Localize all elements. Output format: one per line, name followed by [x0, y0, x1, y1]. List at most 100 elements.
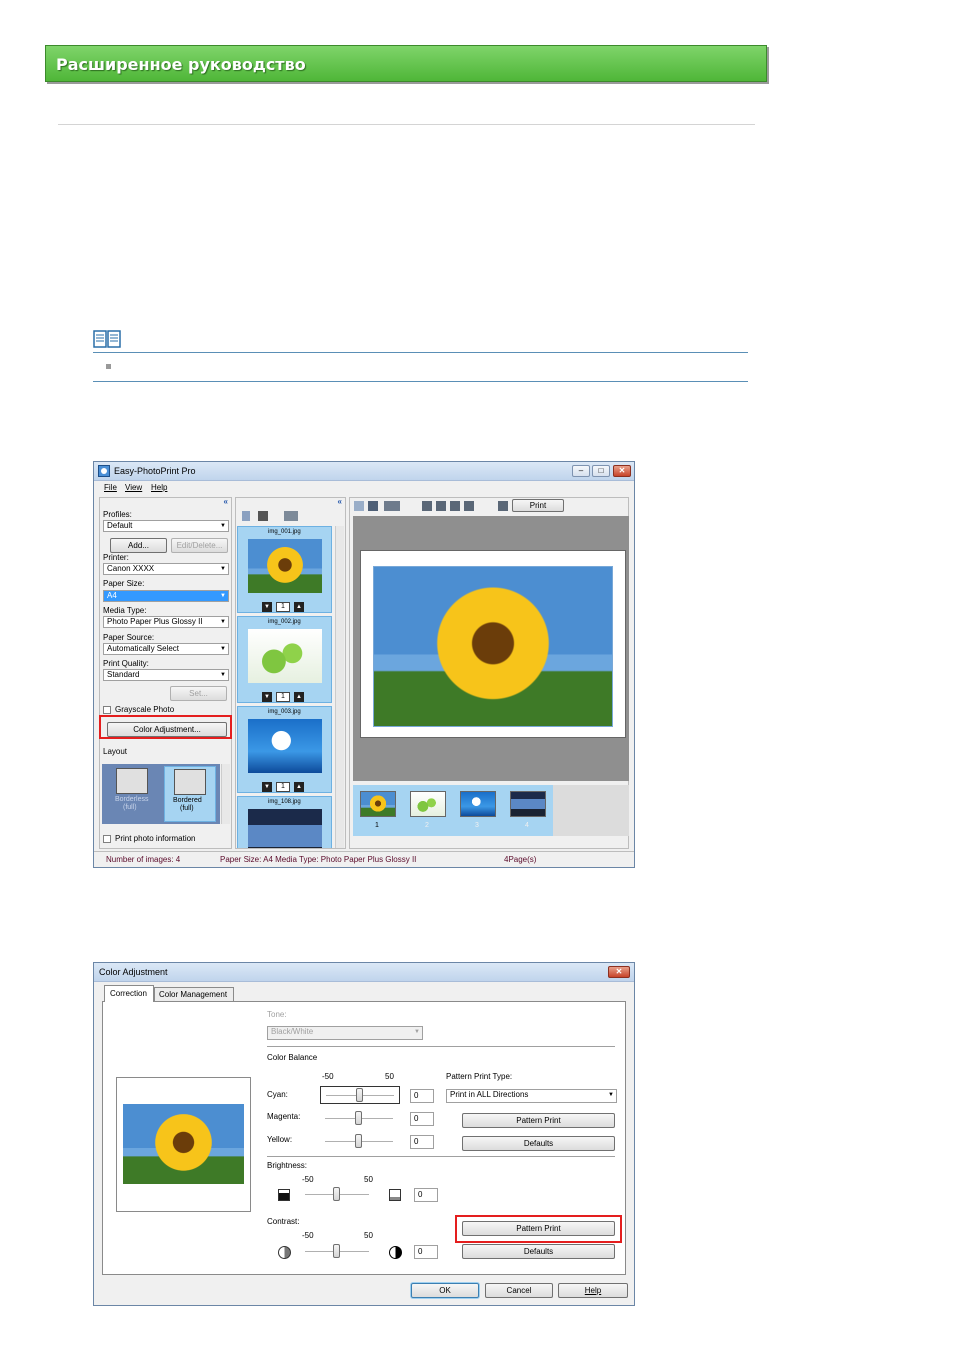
page-preview	[360, 550, 626, 738]
menu-file[interactable]: File	[104, 483, 117, 492]
paste-icon[interactable]	[436, 501, 446, 511]
printer-select[interactable]: Canon XXXX	[103, 563, 229, 575]
yellow-value[interactable]: 0	[410, 1135, 434, 1149]
paper-size-label: Paper Size:	[103, 579, 145, 588]
count-down-button[interactable]: ▼	[262, 692, 272, 702]
thumb-item-3[interactable]: img_003.jpg ▼ 1 ▲	[237, 706, 332, 793]
cyan-slider-thumb[interactable]	[356, 1088, 363, 1102]
contrast-defaults-button[interactable]: Defaults	[462, 1244, 615, 1259]
thumb-scrollbar[interactable]	[335, 526, 344, 848]
thumb-item-4[interactable]: img_108.jpg	[237, 796, 332, 848]
tab-color-management[interactable]: Color Management	[154, 987, 234, 1002]
paper-source-select[interactable]: Automatically Select	[103, 643, 229, 655]
yellow-slider-thumb[interactable]	[355, 1134, 362, 1148]
frame-icon[interactable]	[450, 501, 460, 511]
copy-icon[interactable]	[422, 501, 432, 511]
tone-select[interactable]: Black/White	[267, 1026, 423, 1040]
print-info-label: Print photo information	[115, 834, 196, 843]
brightness-value[interactable]: 0	[414, 1188, 438, 1202]
ok-button[interactable]: OK	[411, 1283, 479, 1298]
cyan-value[interactable]: 0	[410, 1089, 434, 1103]
count-up-button[interactable]: ▲	[294, 782, 304, 792]
print-quality-select[interactable]: Standard	[103, 669, 229, 681]
close-icon[interactable]: ✕	[608, 966, 630, 978]
media-type-select[interactable]: Photo Paper Plus Glossy II	[103, 616, 229, 628]
thumb-item-1[interactable]: img_001.jpg ▼ 1 ▲	[237, 526, 332, 613]
pattern-print-button[interactable]: Pattern Print	[462, 1113, 615, 1128]
profiles-select[interactable]: Default	[103, 520, 229, 532]
layout-item-borderless[interactable]: Borderless (full)	[106, 768, 158, 820]
strip-page-3[interactable]: 3	[453, 785, 503, 836]
add-profile-button[interactable]: Add...	[110, 538, 167, 553]
settings-icon[interactable]	[498, 501, 508, 511]
yellow-slider[interactable]	[320, 1133, 400, 1151]
set-button[interactable]: Set...	[170, 686, 227, 701]
help-button[interactable]: Help	[558, 1283, 628, 1298]
view-mode-icon[interactable]	[284, 511, 298, 521]
close-icon[interactable]: ✕	[613, 465, 631, 477]
thumb-image-2	[248, 629, 322, 683]
media-type-label: Media Type:	[103, 606, 147, 615]
cyan-slider[interactable]	[320, 1086, 400, 1104]
edit-delete-button[interactable]: Edit/Delete...	[171, 538, 228, 553]
paper-size-select[interactable]: A4	[103, 590, 229, 602]
strip-thumb-3	[460, 791, 496, 817]
magenta-slider-thumb[interactable]	[355, 1111, 362, 1125]
page-strip: 1 2 3 4	[353, 785, 629, 836]
layout-label: Layout	[103, 747, 128, 756]
layout-scrollbar[interactable]	[221, 764, 230, 824]
window-title: Easy-PhotoPrint Pro	[114, 466, 196, 476]
brightness-slider[interactable]	[303, 1186, 373, 1204]
print-info-checkbox[interactable]	[103, 835, 111, 843]
magenta-slider[interactable]	[320, 1110, 400, 1128]
rotate-right-icon[interactable]	[368, 501, 378, 511]
menu-help[interactable]: Help	[151, 483, 167, 492]
grayscale-checkbox[interactable]	[103, 706, 111, 714]
tab-correction[interactable]: Correction	[104, 985, 154, 1002]
count-field[interactable]: 1	[276, 692, 290, 702]
note-bullet	[106, 364, 111, 369]
count-down-button[interactable]: ▼	[262, 782, 272, 792]
strip-page-4[interactable]: 4	[503, 785, 553, 836]
contrast-value[interactable]: 0	[414, 1245, 438, 1259]
strip-page-1[interactable]: 1	[353, 785, 403, 836]
contrast-scale-max: 50	[364, 1231, 373, 1240]
count-down-button[interactable]: ▼	[262, 602, 272, 612]
pattern-print-highlight	[455, 1215, 622, 1243]
magenta-value[interactable]: 0	[410, 1112, 434, 1126]
status-paper-info: Paper Size: A4 Media Type: Photo Paper P…	[220, 855, 417, 864]
status-pages: 4Page(s)	[504, 855, 537, 864]
thumb-item-2[interactable]: img_002.jpg ▼ 1 ▲	[237, 616, 332, 703]
printer-icon[interactable]	[464, 501, 474, 511]
cancel-button[interactable]: Cancel	[485, 1283, 553, 1298]
contrast-label: Contrast:	[267, 1217, 300, 1226]
maximize-icon[interactable]: □	[592, 465, 610, 477]
settings-panel: « Profiles: Default Add... Edit/Delete..…	[99, 497, 232, 849]
count-field[interactable]: 1	[276, 782, 290, 792]
app-icon	[98, 465, 110, 477]
sort-icon[interactable]	[242, 511, 250, 521]
menu-view[interactable]: View	[125, 483, 142, 492]
rotate-left-icon[interactable]	[354, 501, 364, 511]
collapse-middle-icon[interactable]: «	[338, 497, 342, 506]
grayscale-label: Grayscale Photo	[115, 705, 175, 714]
brightness-slider-thumb[interactable]	[333, 1187, 340, 1201]
print-button[interactable]: Print	[512, 499, 564, 512]
brightness-scale-max: 50	[364, 1175, 373, 1184]
layout-item-bordered[interactable]: Bordered (full)	[164, 766, 216, 822]
defaults-button[interactable]: Defaults	[462, 1136, 615, 1151]
count-up-button[interactable]: ▲	[294, 602, 304, 612]
print-quality-label: Print Quality:	[103, 659, 149, 668]
contrast-slider-thumb[interactable]	[333, 1244, 340, 1258]
pattern-type-select[interactable]: Print in ALL Directions	[446, 1089, 617, 1103]
minimize-icon[interactable]: –	[572, 465, 590, 477]
count-up-button[interactable]: ▲	[294, 692, 304, 702]
arrange-icon[interactable]	[384, 501, 400, 511]
strip-page-2[interactable]: 2	[403, 785, 453, 836]
filter-icon[interactable]	[258, 511, 268, 521]
collapse-left-icon[interactable]: «	[224, 497, 228, 506]
strip-thumb-4	[510, 791, 546, 817]
count-field[interactable]: 1	[276, 602, 290, 612]
thumb-image-3	[248, 719, 322, 773]
contrast-slider[interactable]	[303, 1243, 373, 1261]
